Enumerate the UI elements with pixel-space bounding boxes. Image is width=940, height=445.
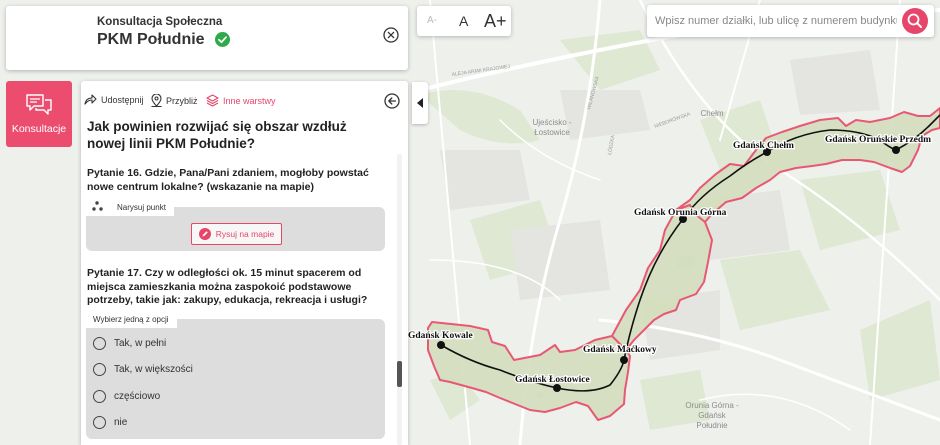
station-marker-mackowy bbox=[620, 356, 628, 364]
question-17-tab: Wybierz jedną z opcji bbox=[85, 312, 177, 328]
option-tak-w-wiekszosci[interactable]: Tak, w większości bbox=[93, 361, 193, 377]
main-question: Jak powinien rozwijać się obszar wzdłuż … bbox=[87, 119, 347, 151]
text-size-default-button[interactable]: A bbox=[459, 6, 468, 36]
zoom-to-button[interactable]: Przybliż bbox=[151, 94, 198, 107]
scrollbar-thumb[interactable] bbox=[397, 361, 402, 387]
station-label-orunskie: Gdańsk Oruńskie Przedm bbox=[825, 135, 931, 145]
station-marker-kowale bbox=[437, 341, 445, 349]
station-marker-lostowice bbox=[553, 384, 561, 392]
place-label-chelm: Chełm bbox=[700, 109, 723, 118]
text-size-increase-button[interactable]: A+ bbox=[484, 6, 507, 36]
question-17-text: Pytanie 17. Czy w odległości ok. 15 minu… bbox=[87, 267, 368, 306]
map-pin-icon bbox=[151, 94, 162, 107]
point-dots-icon bbox=[92, 201, 103, 211]
search-icon bbox=[907, 13, 922, 28]
layers-button[interactable]: Inne warstwy bbox=[206, 94, 276, 107]
layers-label: Inne warstwy bbox=[223, 95, 276, 106]
layers-icon bbox=[206, 94, 219, 107]
search-button[interactable] bbox=[902, 8, 928, 34]
panel-toolbar: Udostępnij Przybliż Inne warstwy bbox=[81, 81, 408, 109]
back-arrow-icon[interactable] bbox=[384, 93, 400, 109]
option-label: Tak, w pełni bbox=[114, 337, 167, 349]
share-label: Udostępnij bbox=[101, 94, 144, 105]
option-nie[interactable]: nie bbox=[93, 414, 127, 430]
station-label-kowale: Gdańsk Kowale bbox=[408, 331, 473, 341]
text-size-controls: A- A A+ bbox=[417, 6, 511, 36]
search-input[interactable] bbox=[655, 12, 897, 30]
consultation-header: Konsultacja Społeczna PKM Południe bbox=[6, 6, 408, 70]
text-size-decrease-button[interactable]: A- bbox=[427, 6, 437, 36]
header-subtitle: Konsultacja Społeczna bbox=[97, 16, 223, 28]
konsultacje-button[interactable]: Konsultacje bbox=[6, 81, 72, 147]
caret-left-icon bbox=[417, 98, 423, 108]
search-bar bbox=[647, 5, 934, 37]
share-button[interactable]: Udostępnij bbox=[84, 94, 144, 105]
pencil-icon bbox=[198, 228, 211, 240]
header-title-row: PKM Południe bbox=[97, 31, 231, 49]
radio-button[interactable] bbox=[93, 389, 106, 403]
draw-on-map-label: Rysuj na mapie bbox=[215, 229, 275, 239]
option-tak-w-pelni[interactable]: Tak, w pełni bbox=[93, 335, 166, 351]
radio-button[interactable] bbox=[93, 362, 106, 376]
station-label-mackowy: Gdańsk Maćkowy bbox=[583, 345, 657, 355]
option-czesciowo[interactable]: częściowo bbox=[93, 388, 160, 404]
option-label: częściowo bbox=[114, 390, 161, 402]
option-label: nie bbox=[114, 416, 128, 428]
scrollbar-track[interactable] bbox=[397, 154, 402, 445]
station-label-orunia-gorna: Gdańsk Orunia Górna bbox=[634, 208, 727, 218]
share-arrow-icon bbox=[84, 94, 97, 105]
station-label-lostowice: Gdańsk Łostowice bbox=[515, 375, 590, 385]
option-label: Tak, w większości bbox=[114, 363, 193, 375]
konsultacje-label: Konsultacje bbox=[11, 123, 67, 135]
verified-check-icon bbox=[215, 32, 231, 47]
header-title: PKM Południe bbox=[97, 31, 205, 48]
chat-bubbles-icon bbox=[26, 94, 52, 115]
close-icon[interactable] bbox=[383, 27, 399, 43]
station-marker-orunskie bbox=[892, 146, 900, 154]
place-label-ujescisko: Ujeścisko -Łostowice bbox=[532, 118, 571, 137]
station-label-chelm: Gdańsk Chełm bbox=[733, 141, 794, 151]
draw-on-map-button[interactable]: Rysuj na mapie bbox=[191, 223, 282, 245]
collapse-panel-toggle[interactable] bbox=[412, 82, 428, 124]
radio-button[interactable] bbox=[93, 336, 106, 350]
survey-panel: Udostępnij Przybliż Inne warstwy Jak pow… bbox=[81, 81, 408, 445]
radio-button[interactable] bbox=[93, 415, 106, 429]
question-16-text: Pytanie 16. Gdzie, Pana/Pani zdaniem, mo… bbox=[87, 167, 369, 193]
zoom-to-label: Przybliż bbox=[166, 95, 198, 106]
